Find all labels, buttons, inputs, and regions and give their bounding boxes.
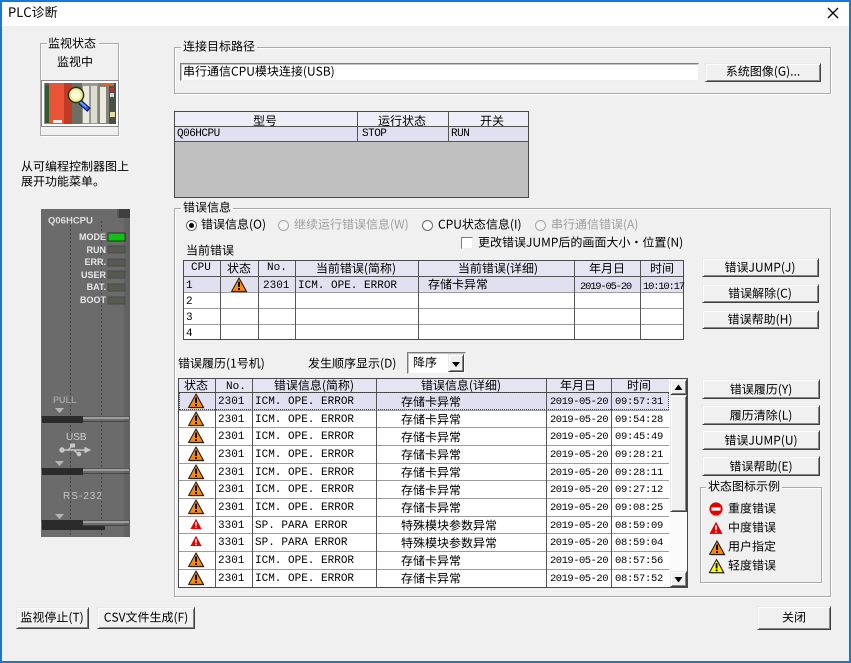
svg-text:BAT.: BAT. (87, 282, 106, 292)
svg-text:BOOT: BOOT (80, 295, 107, 305)
svg-text:Q06HCPU: Q06HCPU (48, 216, 93, 227)
svg-text:PULL: PULL (53, 395, 77, 405)
svg-text:USER: USER (81, 270, 107, 280)
svg-text:MODE: MODE (79, 232, 106, 242)
svg-text:USB: USB (66, 432, 87, 443)
svg-text:ERR.: ERR. (84, 257, 106, 267)
svg-text:RS-232: RS-232 (63, 491, 103, 502)
svg-text:RUN: RUN (87, 245, 107, 255)
